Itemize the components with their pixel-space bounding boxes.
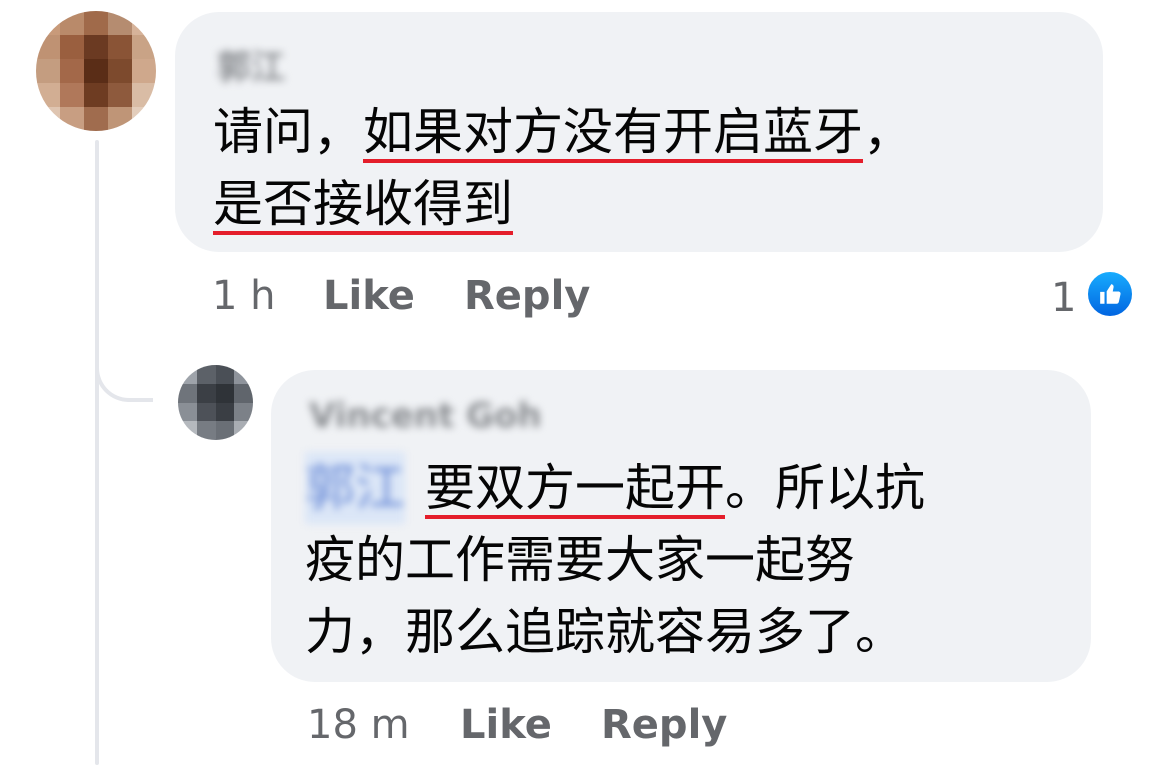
comment-text-plain: 请问，	[213, 103, 363, 161]
avatar-pixel	[196, 365, 216, 384]
avatar-pixel	[178, 365, 197, 384]
avatar-pixel	[108, 83, 132, 107]
thread-line	[95, 140, 99, 765]
reaction-count[interactable]: 1	[1051, 275, 1076, 321]
avatar-pixel	[215, 402, 235, 422]
mention-tag[interactable]: 郭江	[305, 452, 405, 524]
avatar-pixel	[196, 383, 216, 403]
avatar-pixel	[60, 107, 84, 131]
reply-text: 郭江 要双方一起开。所以抗 疫的工作需要大家一起努 力，那么追踪就容易多了。	[305, 452, 925, 668]
reply-author-name[interactable]: Vincent Goh	[309, 396, 542, 436]
avatar-pixel	[36, 35, 60, 59]
reply-text-line: 郭江 要双方一起开。所以抗	[305, 452, 925, 524]
avatar-pixel	[132, 83, 156, 107]
avatar-pixel	[108, 11, 132, 35]
avatar-pixel	[234, 402, 253, 422]
avatar-pixel	[84, 107, 108, 131]
reply-text-line: 疫的工作需要大家一起努	[305, 531, 855, 589]
reply-bubble: Vincent Goh 郭江 要双方一起开。所以抗 疫的工作需要大家一起努 力，那…	[271, 370, 1091, 682]
avatar-pixel	[36, 83, 60, 107]
avatar-pixel	[36, 59, 60, 83]
avatar-pixel	[215, 365, 235, 384]
avatar-pixel	[60, 83, 84, 107]
reply-button[interactable]: Reply	[601, 702, 727, 748]
comment-text-line: 请问，如果对方没有开启蓝牙，	[213, 96, 913, 168]
avatar-pixel	[196, 402, 216, 422]
avatar-pixel	[178, 421, 197, 440]
avatar-pixel	[84, 35, 108, 59]
avatar-pixel	[60, 35, 84, 59]
thumbs-up-icon[interactable]	[1085, 269, 1135, 319]
reply-text-underlined: 要双方一起开	[425, 459, 725, 517]
like-button[interactable]: Like	[323, 273, 415, 319]
avatar-pixel	[132, 35, 156, 59]
avatar-pixel	[36, 11, 60, 35]
like-button[interactable]: Like	[460, 702, 552, 748]
avatar-pixel	[132, 59, 156, 83]
avatar-pixel	[108, 35, 132, 59]
reply-timestamp[interactable]: 18 m	[307, 702, 410, 748]
avatar-pixel	[132, 107, 156, 131]
comment-author-name[interactable]: 郭江	[217, 40, 285, 89]
avatar-pixel	[178, 402, 197, 422]
reply-connector	[95, 330, 153, 402]
avatar-pixel	[36, 107, 60, 131]
avatar-pixel	[215, 383, 235, 403]
comment-timestamp[interactable]: 1 h	[212, 273, 276, 319]
avatar-pixel	[234, 383, 253, 403]
comment-bubble: 郭江 请问，如果对方没有开启蓝牙， 是否接收得到	[175, 12, 1103, 252]
avatar-pixel	[132, 11, 156, 35]
comment-text-tail: ，	[863, 103, 913, 161]
avatar-pixel	[84, 11, 108, 35]
avatar-pixel	[234, 365, 253, 384]
avatar-pixel	[234, 421, 253, 440]
comment-text-underlined: 如果对方没有开启蓝牙	[363, 103, 863, 161]
avatar[interactable]	[36, 11, 156, 131]
avatar-pixel	[108, 59, 132, 83]
avatar-pixel	[196, 421, 216, 440]
comment-text-underlined: 是否接收得到	[213, 175, 513, 233]
avatar-pixel	[60, 11, 84, 35]
avatar-pixel	[84, 83, 108, 107]
reply-text-line: 力，那么追踪就容易多了。	[305, 603, 905, 661]
comment-text: 请问，如果对方没有开启蓝牙， 是否接收得到	[213, 96, 913, 240]
avatar-pixel	[60, 59, 84, 83]
avatar-pixel	[215, 421, 235, 440]
avatar[interactable]	[178, 365, 253, 440]
avatar-pixel	[84, 59, 108, 83]
reply-button[interactable]: Reply	[464, 273, 590, 319]
comment-text-line: 是否接收得到	[213, 168, 913, 240]
avatar-pixel	[108, 107, 132, 131]
avatar-pixel	[178, 383, 197, 403]
reply-text-tail: 。所以抗	[725, 459, 925, 517]
